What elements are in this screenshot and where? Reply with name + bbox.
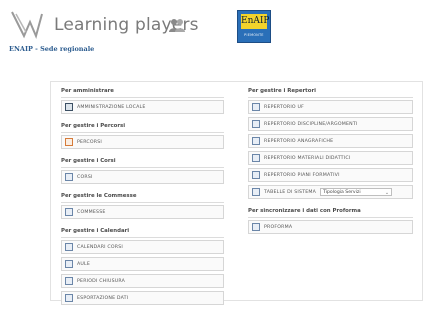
menu-item-repertorio-discipline[interactable]: REPERTORIO DISCIPLINE/ARGOMENTI — [248, 117, 413, 131]
section-proforma: Per sincronizzare i dati con Proforma PR… — [248, 206, 413, 234]
tabelle-select-value: Tipologia Servizi — [323, 190, 361, 195]
admin-icon — [65, 103, 73, 111]
menu-item-repertorio-piani[interactable]: REPERTORIO PIANI FORMATIVI — [248, 168, 413, 182]
menu-item-label: ESPORTAZIONE DATI — [77, 295, 129, 301]
menu-item-corsi[interactable]: CORSI — [61, 170, 224, 184]
left-column: Per amministrare AMMINISTRAZIONE LOCALE … — [61, 86, 224, 308]
badge-text: EnAIP — [241, 14, 269, 29]
menu-item-proforma[interactable]: PROFORMA — [248, 220, 413, 234]
subtitle: ENAIP - Sede regionale — [9, 45, 95, 53]
menu-item-label: PROFORMA — [264, 224, 293, 230]
menu-item-repertorio-anagrafiche[interactable]: REPERTORIO ANAGRAFICHE — [248, 134, 413, 148]
document-icon — [252, 171, 260, 179]
menu-item-label: TABELLE DI SISTEMA — [264, 189, 317, 195]
calendar-icon — [65, 294, 73, 302]
menu-item-repertorio-materiali[interactable]: REPERTORIO MATERIALI DIDATTICI — [248, 151, 413, 165]
section-repertori: Per gestire i Repertori REPERTORIO UF RE… — [248, 86, 413, 199]
table-icon — [252, 188, 260, 196]
calendar-icon — [65, 243, 73, 251]
enaip-badge: EnAIP PIEMONTE — [237, 10, 271, 43]
calendar-icon — [65, 260, 73, 268]
menu-item-label: PERIODI CHIUSURA — [77, 278, 126, 284]
learning-players-logo-icon — [11, 11, 43, 40]
document-icon — [252, 154, 260, 162]
menu-item-label: REPERTORIO MATERIALI DIDATTICI — [264, 155, 351, 161]
chevron-down-icon: ⌄ — [384, 190, 390, 196]
section-corsi: Per gestire i Corsi CORSI — [61, 156, 224, 184]
menu-item-label: REPERTORIO PIANI FORMATIVI — [264, 172, 340, 178]
menu-item-aule[interactable]: AULE — [61, 257, 224, 271]
section-amministrare: Per amministrare AMMINISTRAZIONE LOCALE — [61, 86, 224, 114]
menu-item-calendari-corsi[interactable]: CALENDARI CORSI — [61, 240, 224, 254]
menu-item-tabelle-di-sistema[interactable]: TABELLE DI SISTEMA Tipologia Servizi ⌄ — [248, 185, 413, 199]
document-icon — [252, 120, 260, 128]
menu-panel: Per amministrare AMMINISTRAZIONE LOCALE … — [50, 81, 423, 305]
tabelle-select[interactable]: Tipologia Servizi ⌄ — [320, 188, 393, 196]
header: Learning players ENAIP - Sede regionale … — [0, 0, 446, 62]
menu-item-label: REPERTORIO UF — [264, 104, 305, 110]
menu-item-percorsi[interactable]: PERCORSI — [61, 135, 224, 149]
section-title: Per gestire i Repertori — [248, 88, 316, 94]
commesse-icon — [65, 208, 73, 216]
sync-icon — [252, 223, 260, 231]
menu-item-label: REPERTORIO ANAGRAFICHE — [264, 138, 334, 144]
section-title: Per gestire i Corsi — [61, 158, 116, 164]
section-calendari: Per gestire i Calendari CALENDARI CORSI … — [61, 226, 224, 305]
section-title: Per gestire le Commesse — [61, 193, 137, 199]
menu-item-label: CORSI — [77, 174, 93, 180]
menu-item-label: AULE — [77, 261, 91, 267]
menu-item-label: REPERTORIO DISCIPLINE/ARGOMENTI — [264, 121, 358, 127]
right-column: Per gestire i Repertori REPERTORIO UF RE… — [248, 86, 413, 237]
section-commesse: Per gestire le Commesse COMMESSE — [61, 191, 224, 219]
menu-item-label: CALENDARI CORSI — [77, 244, 123, 250]
corsi-icon — [65, 173, 73, 181]
people-icon — [169, 19, 185, 32]
section-percorsi: Per gestire i Percorsi PERCORSI — [61, 121, 224, 149]
section-title: Per sincronizzare i dati con Proforma — [248, 208, 361, 214]
menu-item-periodi-chiusura[interactable]: PERIODI CHIUSURA — [61, 274, 224, 288]
section-title: Per gestire i Calendari — [61, 228, 130, 234]
menu-item-label: AMMINISTRAZIONE LOCALE — [77, 104, 146, 110]
menu-item-repertorio-uf[interactable]: REPERTORIO UF — [248, 100, 413, 114]
menu-item-commesse[interactable]: COMMESSE — [61, 205, 224, 219]
menu-item-label: COMMESSE — [77, 209, 106, 215]
badge-subtext: PIEMONTE — [244, 33, 264, 37]
document-icon — [252, 103, 260, 111]
percorsi-icon — [65, 138, 73, 146]
contacts-icon — [252, 137, 260, 145]
menu-item-amministrazione-locale[interactable]: AMMINISTRAZIONE LOCALE — [61, 100, 224, 114]
section-title: Per gestire i Percorsi — [61, 123, 126, 129]
menu-item-label: PERCORSI — [77, 139, 102, 145]
menu-item-esportazione-dati[interactable]: ESPORTAZIONE DATI — [61, 291, 224, 305]
section-title: Per amministrare — [61, 88, 114, 94]
calendar-icon — [65, 277, 73, 285]
